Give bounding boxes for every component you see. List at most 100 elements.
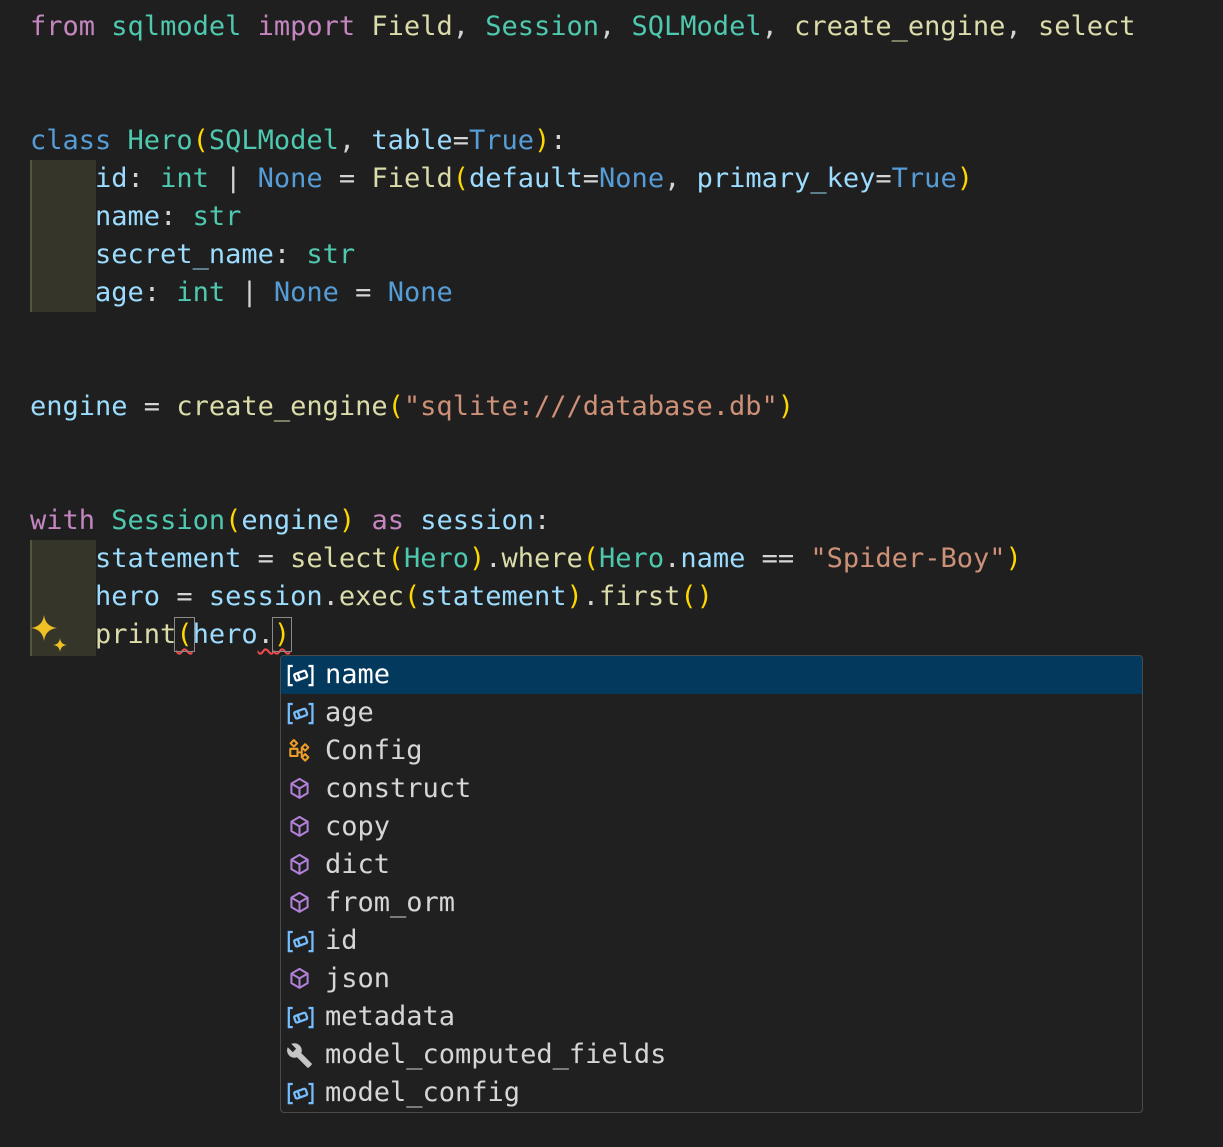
code-token: = <box>160 581 209 612</box>
suggest-item-model_computed_fields[interactable]: model_computed_fields <box>281 1036 1142 1074</box>
code-token: . <box>582 581 600 612</box>
code-token: exec <box>338 581 404 612</box>
code-token: create_engine <box>176 391 388 422</box>
code-token: = <box>582 163 600 194</box>
code-token: id <box>95 163 128 194</box>
code-line-7: secret_name: str <box>30 236 1135 274</box>
suggest-item-label: construct <box>325 773 472 804</box>
code-token: class <box>30 125 112 156</box>
code-token: ) <box>533 125 551 156</box>
code-token: primary_key <box>696 163 876 194</box>
code-line-11: engine = create_engine("sqlite:///databa… <box>30 388 1135 426</box>
code-token: table <box>371 125 453 156</box>
code-token: "Spider-Boy" <box>810 543 1006 574</box>
suggest-item-id[interactable]: id <box>281 922 1142 960</box>
code-token: = <box>127 391 177 422</box>
code-token: True <box>468 125 534 156</box>
code-token: : <box>534 505 551 536</box>
code-token: statement <box>420 581 567 612</box>
suggest-item-Config[interactable]: Config <box>281 732 1142 770</box>
suggest-item-label: copy <box>325 811 391 842</box>
code-token: secret_name <box>95 239 274 270</box>
code-token: statement <box>95 543 242 574</box>
code-token: default <box>468 163 583 194</box>
code-token: True <box>891 163 957 194</box>
code-token: : <box>160 201 193 232</box>
suggest-item-label: Config <box>325 735 423 766</box>
copilot-sparkle-icon[interactable] <box>27 612 71 656</box>
code-token: , <box>452 11 486 42</box>
code-line-14: with Session(engine) as session: <box>30 502 1135 540</box>
suggest-item-label: json <box>325 963 391 994</box>
code-token: = <box>338 277 388 308</box>
code-token: as <box>371 505 404 536</box>
code-line-1: from sqlmodel import Field, Session, SQL… <box>30 8 1135 46</box>
code-token: Field <box>371 163 453 194</box>
code-token: : <box>273 239 307 270</box>
suggest-item-dict[interactable]: dict <box>281 846 1142 884</box>
code-token: ( <box>174 617 195 652</box>
code-token: Hero <box>599 543 665 574</box>
code-token: create_engine <box>794 11 1006 42</box>
suggest-item-name[interactable]: name <box>281 656 1142 694</box>
code-token: ) <box>956 163 973 194</box>
code-token: : <box>143 277 177 308</box>
code-token: from <box>30 11 96 42</box>
suggest-item-model_config[interactable]: model_config <box>281 1074 1142 1112</box>
code-token: = <box>322 163 372 194</box>
suggest-item-label: name <box>325 659 391 690</box>
suggest-item-construct[interactable]: construct <box>281 770 1142 808</box>
code-line-5: id: int | None = Field(default=None, pri… <box>30 160 1135 198</box>
suggest-item-from_orm[interactable]: from_orm <box>281 884 1142 922</box>
code-token: sqlmodel <box>111 11 242 42</box>
suggest-item-label: id <box>325 925 358 956</box>
code-token: . <box>485 543 502 574</box>
code-token: import <box>257 11 356 42</box>
code-token: age <box>95 277 144 308</box>
code-token: session <box>208 581 323 612</box>
code-token: . <box>257 619 274 650</box>
code-token: None <box>599 163 665 194</box>
suggest-widget[interactable]: name age Config construct copy dict from_orm id… <box>280 655 1143 1113</box>
code-token: == <box>745 543 811 574</box>
code-token: "sqlite:///database.db" <box>403 391 778 422</box>
code-token: : <box>127 163 161 194</box>
code-token: | <box>208 163 258 194</box>
code-token: , <box>664 163 697 194</box>
code-token: Session <box>485 11 600 42</box>
code-line-16: hero = session.exec(statement).first() <box>30 578 1135 616</box>
code-token: ( <box>387 543 404 574</box>
suggest-item-json[interactable]: json <box>281 960 1142 998</box>
code-token: ( <box>680 581 697 612</box>
code-token: = <box>241 543 291 574</box>
code-editor[interactable]: from sqlmodel import Field, Session, SQL… <box>0 0 1223 1147</box>
code-token: first <box>599 581 681 612</box>
suggest-item-label: model_computed_fields <box>325 1039 667 1070</box>
code-token: int <box>160 163 209 194</box>
code-token: Hero <box>127 125 193 156</box>
code-token: ) <box>468 543 486 574</box>
code-token: hero <box>95 581 161 612</box>
code-token: ) <box>777 391 795 422</box>
symbol-field-icon <box>286 926 322 956</box>
suggest-item-copy[interactable]: copy <box>281 808 1142 846</box>
code-token: ) <box>1005 543 1022 574</box>
symbol-method-icon <box>286 888 322 918</box>
code-area[interactable]: from sqlmodel import Field, Session, SQL… <box>30 8 1135 654</box>
code-line-15: statement = select(Hero).where(Hero.name… <box>30 540 1135 578</box>
suggest-item-metadata[interactable]: metadata <box>281 998 1142 1036</box>
code-token: with <box>30 505 96 536</box>
code-token: SQLModel <box>208 125 339 156</box>
suggest-item-age[interactable]: age <box>281 694 1142 732</box>
